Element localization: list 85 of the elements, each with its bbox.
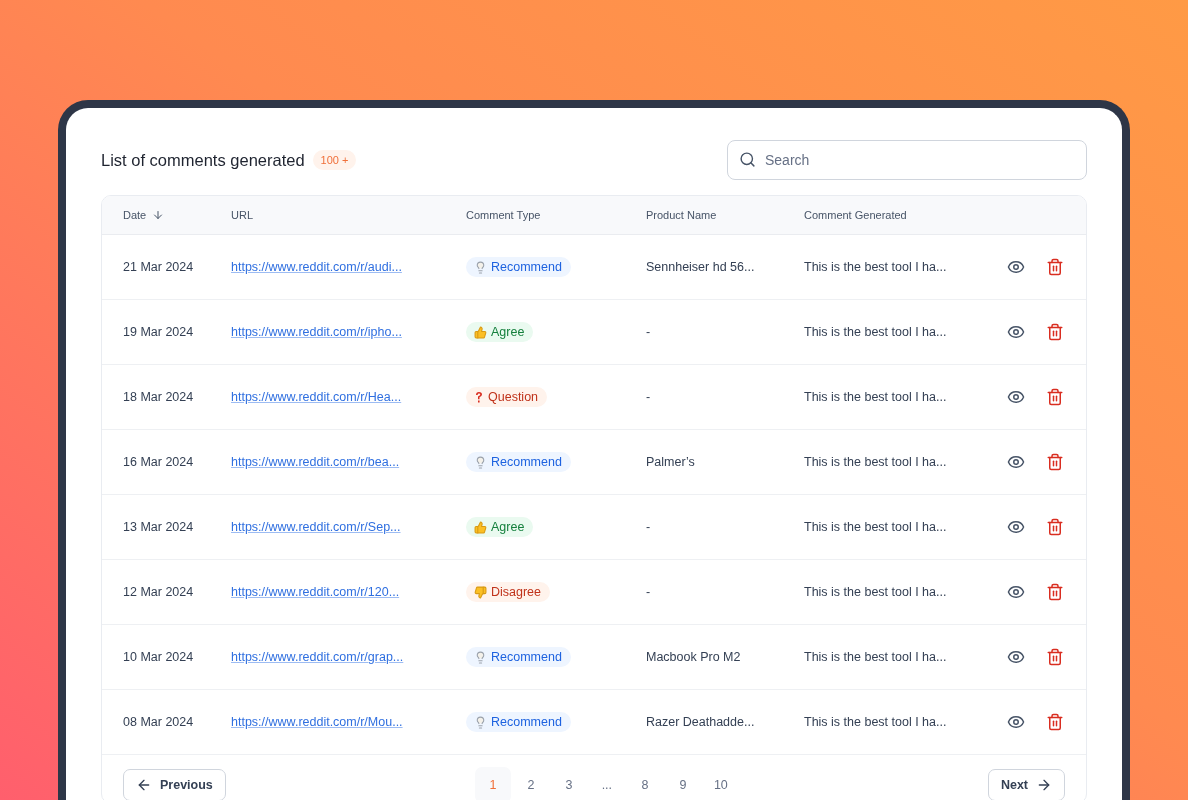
date-text: 08 Mar 2024 <box>123 715 194 729</box>
comment-text: This is the best tool I ha... <box>804 325 947 339</box>
comment-type-tag: Recommend <box>466 452 571 472</box>
url-link[interactable]: https://www.reddit.com/r/120... <box>231 585 400 599</box>
comment-type-tag: Recommend <box>466 647 571 667</box>
search-icon <box>739 151 756 168</box>
view-button[interactable] <box>1007 323 1025 341</box>
comment-text: This is the best tool I ha... <box>804 390 947 404</box>
page-button[interactable]: 9 <box>664 767 701 800</box>
delete-button[interactable] <box>1046 583 1064 601</box>
view-button[interactable] <box>1007 583 1025 601</box>
delete-button[interactable] <box>1046 388 1064 406</box>
page-button[interactable]: 3 <box>550 767 587 800</box>
page-title: List of comments generated <box>101 150 305 170</box>
view-button[interactable] <box>1007 258 1025 276</box>
url-link[interactable]: https://www.reddit.com/r/Hea... <box>231 390 402 404</box>
page-button[interactable]: 8 <box>626 767 663 800</box>
product-name-text: - <box>646 325 651 339</box>
comment-type-tag: Recommend <box>466 257 571 277</box>
date-text: 10 Mar 2024 <box>123 650 194 664</box>
product-name-text: Palmer’s <box>646 455 695 469</box>
column-header[interactable]: Comment Generated <box>804 209 907 221</box>
product-name-text: Sennheiser hd 56... <box>646 260 755 274</box>
comment-type-tag: Recommend <box>466 712 571 732</box>
date-text: 21 Mar 2024 <box>123 260 194 274</box>
product-name-text: - <box>646 520 651 534</box>
comment-text: This is the best tool I ha... <box>804 455 947 469</box>
date-text: 12 Mar 2024 <box>123 585 194 599</box>
page-button[interactable]: 2 <box>512 767 549 800</box>
view-button[interactable] <box>1007 518 1025 536</box>
comment-text: This is the best tool I ha... <box>804 520 947 534</box>
comment-text: This is the best tool I ha... <box>804 585 947 599</box>
column-header[interactable]: Product Name <box>646 209 717 221</box>
comment-type-tag: Agree <box>466 517 534 537</box>
thumbs-up-icon <box>474 520 487 534</box>
url-link[interactable]: https://www.reddit.com/r/Sep... <box>231 520 401 534</box>
url-link[interactable]: https://www.reddit.com/r/grap... <box>231 650 404 664</box>
comment-type-tag: Question <box>466 387 548 407</box>
column-header[interactable]: Date <box>123 209 147 221</box>
comment-text: This is the best tool I ha... <box>804 650 947 664</box>
arrow-left-icon <box>136 777 152 793</box>
arrow-right-icon <box>1036 777 1052 793</box>
product-name-text: Razer Deathadde... <box>646 715 755 729</box>
view-button[interactable] <box>1007 713 1025 731</box>
view-button[interactable] <box>1007 388 1025 406</box>
count-badge: 100 + <box>312 150 357 170</box>
comment-text: This is the best tool I ha... <box>804 715 947 729</box>
url-link[interactable]: https://www.reddit.com/r/Mou... <box>231 715 403 729</box>
date-text: 19 Mar 2024 <box>123 325 194 339</box>
search-field[interactable]: Search <box>727 140 1087 180</box>
lightbulb-icon <box>474 455 487 469</box>
delete-button[interactable] <box>1046 648 1064 666</box>
delete-button[interactable] <box>1046 323 1064 341</box>
page-button[interactable]: 1 <box>474 767 511 800</box>
page-button[interactable]: 10 <box>702 767 739 800</box>
column-header[interactable]: Comment Type <box>466 209 541 221</box>
page-button[interactable]: ... <box>588 767 625 800</box>
delete-button[interactable] <box>1046 258 1064 276</box>
previous-button[interactable]: Previous <box>123 769 226 800</box>
lightbulb-icon <box>474 715 487 729</box>
delete-button[interactable] <box>1046 453 1064 471</box>
sort-arrow-icon[interactable] <box>152 209 165 221</box>
view-button[interactable] <box>1007 453 1025 471</box>
view-button[interactable] <box>1007 648 1025 666</box>
delete-button[interactable] <box>1046 713 1064 731</box>
date-text: 18 Mar 2024 <box>123 390 194 404</box>
comment-type-tag: Disagree <box>466 582 551 602</box>
product-name-text: - <box>646 390 651 404</box>
url-link[interactable]: https://www.reddit.com/r/audi... <box>231 260 402 274</box>
product-name-text: Macbook Pro M2 <box>646 650 741 664</box>
thumbs-down-icon <box>474 585 487 599</box>
url-link[interactable]: https://www.reddit.com/r/bea... <box>231 455 400 469</box>
lightbulb-icon <box>474 650 487 664</box>
comment-text: This is the best tool I ha... <box>804 260 947 274</box>
lightbulb-icon <box>474 260 487 274</box>
url-link[interactable]: https://www.reddit.com/r/ipho... <box>231 325 402 339</box>
product-name-text: - <box>646 585 651 599</box>
question-mark-icon <box>474 390 484 404</box>
delete-button[interactable] <box>1046 518 1064 536</box>
date-text: 16 Mar 2024 <box>123 455 194 469</box>
comment-type-tag: Agree <box>466 322 534 342</box>
date-text: 13 Mar 2024 <box>123 520 194 534</box>
next-button[interactable]: Next <box>987 769 1065 800</box>
thumbs-up-icon <box>474 325 487 339</box>
column-header[interactable]: URL <box>231 209 253 221</box>
